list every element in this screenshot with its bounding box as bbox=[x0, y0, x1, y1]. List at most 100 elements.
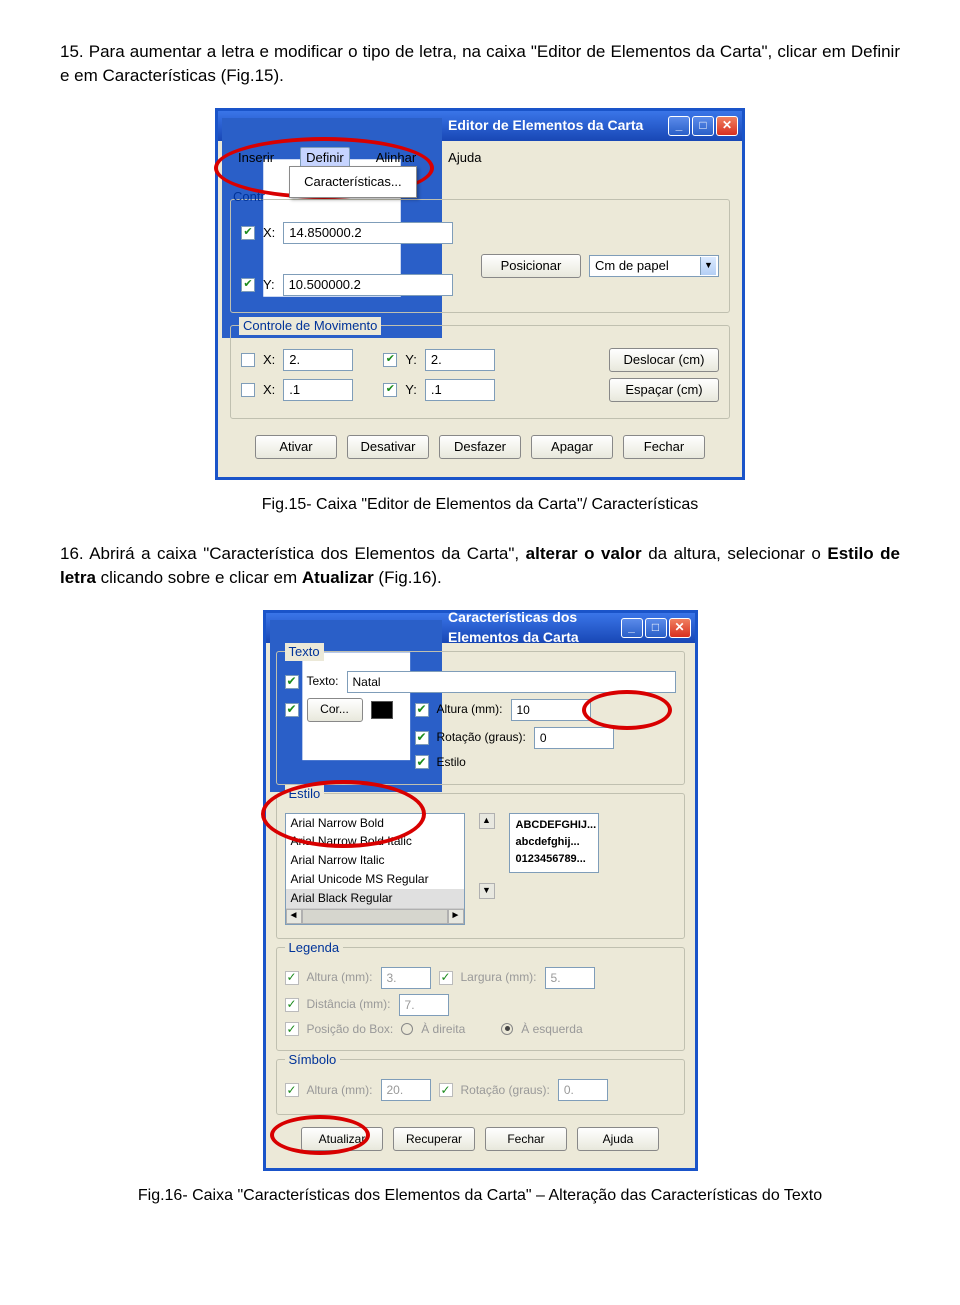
radio-esquerda bbox=[501, 1023, 513, 1035]
label-contr: Contr bbox=[229, 188, 269, 206]
input-mov-x1[interactable] bbox=[283, 349, 353, 371]
input-x[interactable] bbox=[283, 222, 453, 244]
group-estilo: Estilo bbox=[285, 785, 325, 803]
button-deslocar[interactable]: Deslocar (cm) bbox=[609, 348, 719, 372]
button-fechar[interactable]: Fechar bbox=[623, 435, 705, 459]
checkbox-mov-y1[interactable]: ✔ bbox=[383, 353, 397, 367]
font-item[interactable]: Arial Narrow Bold Italic bbox=[286, 832, 464, 851]
button-desativar[interactable]: Desativar bbox=[347, 435, 429, 459]
select-unit-value: Cm de papel bbox=[595, 257, 669, 275]
maximize-button[interactable]: □ bbox=[692, 116, 714, 136]
p16-a: 16. Abrirá a caixa "Característica dos E… bbox=[60, 544, 526, 563]
window-title-2: Características dos Elementos da Carta bbox=[448, 608, 621, 647]
select-unit[interactable]: Cm de papel ▼ bbox=[589, 255, 719, 277]
checkbox-leg-altura: ✓ bbox=[285, 971, 299, 985]
input-rotacao[interactable] bbox=[534, 727, 614, 749]
menu-item-caracteristicas[interactable]: Características... bbox=[290, 169, 416, 195]
label-rotacao: Rotação (graus): bbox=[437, 729, 526, 746]
p16-b: alterar o valor bbox=[526, 544, 642, 563]
font-item[interactable]: Arial Unicode MS Regular bbox=[286, 870, 464, 889]
input-mov-x2[interactable] bbox=[283, 379, 353, 401]
window-title: Editor de Elementos da Carta bbox=[448, 116, 668, 136]
paragraph-16: 16. Abrirá a caixa "Característica dos E… bbox=[60, 542, 900, 590]
close-button[interactable]: ✕ bbox=[716, 116, 738, 136]
label-esquerda: À esquerda bbox=[521, 1021, 582, 1038]
minimize-button[interactable]: _ bbox=[621, 618, 643, 638]
scroll-up-icon[interactable]: ▲ bbox=[479, 813, 495, 829]
label-mov-x1: X: bbox=[263, 351, 275, 369]
button-posicionar[interactable]: Posicionar bbox=[481, 254, 581, 278]
scroll-left-icon[interactable]: ◄ bbox=[286, 909, 302, 924]
close-button[interactable]: ✕ bbox=[669, 618, 691, 638]
maximize-button[interactable]: □ bbox=[645, 618, 667, 638]
menu-inserir[interactable]: Inserir bbox=[232, 147, 280, 169]
menu-definir[interactable]: Definir Características... bbox=[300, 147, 350, 169]
input-sim-alt bbox=[381, 1079, 431, 1101]
checkbox-leg-dist: ✓ bbox=[285, 998, 299, 1012]
checkbox-estilo[interactable]: ✔ bbox=[415, 755, 429, 769]
button-recuperar[interactable]: Recuperar bbox=[393, 1127, 475, 1151]
checkbox-posbox: ✓ bbox=[285, 1022, 299, 1036]
group-simbolo: Símbolo bbox=[285, 1051, 341, 1069]
button-ativar[interactable]: Ativar bbox=[255, 435, 337, 459]
font-item[interactable]: Arial Narrow Bold bbox=[286, 814, 464, 833]
input-altura[interactable] bbox=[511, 699, 591, 721]
paragraph-15: 15. Para aumentar a letra e modificar o … bbox=[60, 40, 900, 88]
button-ajuda-2[interactable]: Ajuda bbox=[577, 1127, 659, 1151]
caption-fig16: Fig.16- Caixa "Características dos Eleme… bbox=[60, 1185, 900, 1207]
caption-fig15: Fig.15- Caixa "Editor de Elementos da Ca… bbox=[60, 494, 900, 516]
minimize-button[interactable]: _ bbox=[668, 116, 690, 136]
label-leg-largura: Largura (mm): bbox=[461, 969, 537, 986]
label-sim-rot: Rotação (graus): bbox=[461, 1082, 550, 1099]
label-mov-y2: Y: bbox=[405, 381, 417, 399]
checkbox-cor[interactable]: ✔ bbox=[285, 703, 299, 717]
radio-direita bbox=[401, 1023, 413, 1035]
group-controle-movimento: Controle de Movimento bbox=[239, 317, 381, 335]
checkbox-x[interactable]: ✔ bbox=[241, 226, 255, 240]
label-leg-dist: Distância (mm): bbox=[307, 996, 391, 1013]
menu-ajuda[interactable]: Ajuda bbox=[442, 147, 487, 169]
font-listbox[interactable]: Arial Narrow Bold Arial Narrow Bold Ital… bbox=[285, 813, 465, 925]
color-swatch[interactable] bbox=[371, 701, 393, 719]
group-texto: Texto bbox=[285, 643, 324, 661]
button-espacar[interactable]: Espaçar (cm) bbox=[609, 378, 719, 402]
chevron-down-icon: ▼ bbox=[700, 257, 716, 275]
label-mov-x2: X: bbox=[263, 381, 275, 399]
window-caracteristicas: Características dos Elementos da Carta _… bbox=[263, 610, 698, 1172]
scroll-down-icon[interactable]: ▼ bbox=[479, 883, 495, 899]
label-x: X: bbox=[263, 224, 275, 242]
input-texto[interactable] bbox=[347, 671, 676, 693]
checkbox-texto[interactable]: ✔ bbox=[285, 675, 299, 689]
window-editor-elementos: Editor de Elementos da Carta _ □ ✕ Inser… bbox=[215, 108, 745, 480]
button-desfazer[interactable]: Desfazer bbox=[439, 435, 521, 459]
scroll-track[interactable] bbox=[302, 909, 448, 924]
font-item[interactable]: Arial Narrow Italic bbox=[286, 851, 464, 870]
label-texto: Texto: bbox=[307, 673, 339, 690]
p16-g: (Fig.16). bbox=[374, 568, 442, 587]
app-icon bbox=[270, 620, 443, 636]
font-preview: ABCDEFGHIJ... abcdefghij... 0123456789..… bbox=[509, 813, 599, 873]
label-estilo: Estilo bbox=[437, 754, 466, 771]
checkbox-mov-y2[interactable]: ✔ bbox=[383, 383, 397, 397]
checkbox-mov-x1[interactable] bbox=[241, 353, 255, 367]
checkbox-mov-x2[interactable] bbox=[241, 383, 255, 397]
button-cor[interactable]: Cor... bbox=[307, 698, 363, 722]
checkbox-leg-largura: ✓ bbox=[439, 971, 453, 985]
titlebar: Editor de Elementos da Carta _ □ ✕ bbox=[218, 111, 742, 141]
button-fechar-2[interactable]: Fechar bbox=[485, 1127, 567, 1151]
scrollbar-horizontal[interactable]: ◄ ► bbox=[286, 908, 464, 924]
font-item[interactable]: Arial Black Regular bbox=[286, 889, 464, 908]
scroll-right-icon[interactable]: ► bbox=[448, 909, 464, 924]
preview-upper: ABCDEFGHIJ... bbox=[516, 818, 592, 833]
input-leg-dist bbox=[399, 994, 449, 1016]
input-mov-y1[interactable] bbox=[425, 349, 495, 371]
input-mov-y2[interactable] bbox=[425, 379, 495, 401]
checkbox-sim-rot: ✓ bbox=[439, 1083, 453, 1097]
button-atualizar[interactable]: Atualizar bbox=[301, 1127, 383, 1151]
checkbox-y[interactable]: ✔ bbox=[241, 278, 255, 292]
button-apagar[interactable]: Apagar bbox=[531, 435, 613, 459]
p16-c: da altura, selecionar o bbox=[642, 544, 828, 563]
label-sim-alt: Altura (mm): bbox=[307, 1082, 373, 1099]
checkbox-rotacao[interactable]: ✔ bbox=[415, 731, 429, 745]
checkbox-altura[interactable]: ✔ bbox=[415, 703, 429, 717]
